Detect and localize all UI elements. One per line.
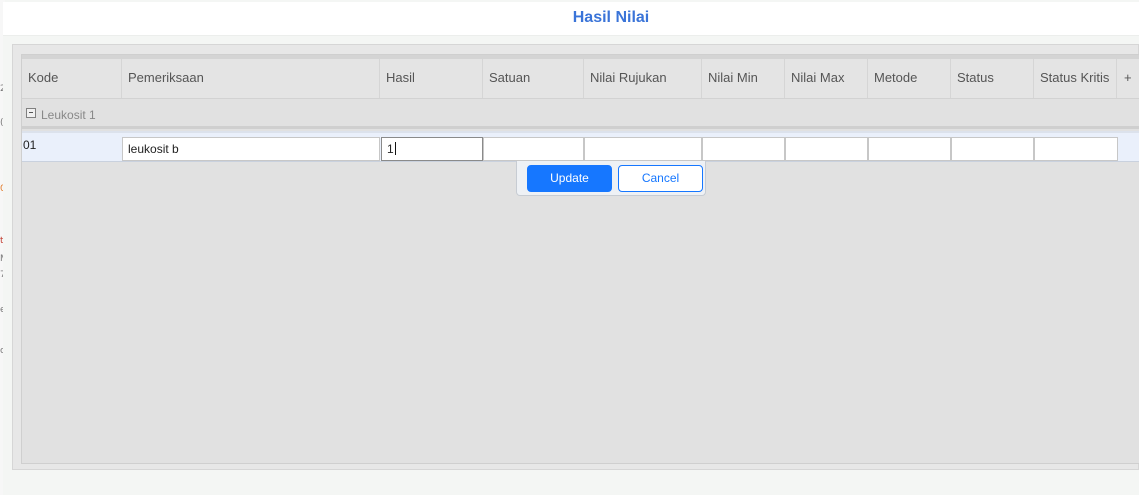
row-edit-actions: Update Cancel xyxy=(516,161,706,196)
column-header-status[interactable]: Status xyxy=(951,59,1034,98)
text-caret xyxy=(394,142,396,155)
status-kritis-input[interactable] xyxy=(1034,137,1118,161)
results-grid: Kode Pemeriksaan Hasil Satuan Nilai Ruju… xyxy=(21,54,1139,464)
status-input[interactable] xyxy=(951,137,1034,161)
editing-row[interactable]: 01 leukosit b 1 xyxy=(22,131,1139,162)
column-header-nilai-rujukan[interactable]: Nilai Rujukan xyxy=(584,59,702,98)
group-row-leukosit[interactable]: Leukosit 1 xyxy=(22,99,1139,129)
hasil-input[interactable]: 1 xyxy=(381,137,483,161)
satuan-input[interactable] xyxy=(483,137,584,161)
update-button[interactable]: Update xyxy=(527,165,612,192)
column-header-nilai-max[interactable]: Nilai Max xyxy=(785,59,868,98)
column-header-nilai-min[interactable]: Nilai Min xyxy=(702,59,785,98)
nilai-rujukan-input[interactable] xyxy=(584,137,702,161)
column-header-kode[interactable]: Kode xyxy=(22,59,122,98)
nilai-max-input[interactable] xyxy=(785,137,868,161)
dialog-title: Hasil Nilai xyxy=(572,9,650,26)
nilai-min-input[interactable] xyxy=(702,137,785,161)
grid-header-row: Kode Pemeriksaan Hasil Satuan Nilai Ruju… xyxy=(22,55,1139,99)
column-header-hasil[interactable]: Hasil xyxy=(380,59,483,98)
column-header-metode[interactable]: Metode xyxy=(868,59,951,98)
cancel-button[interactable]: Cancel xyxy=(618,165,703,192)
pemeriksaan-input[interactable]: leukosit b xyxy=(122,137,380,161)
hasil-value: 1 xyxy=(387,142,394,156)
metode-input[interactable] xyxy=(868,137,951,161)
hasil-nilai-dialog: Hasil Nilai Kode Pemeriksaan Hasil Satua… xyxy=(3,2,1139,495)
dialog-header: Hasil Nilai xyxy=(3,2,1139,36)
column-header-pemeriksaan[interactable]: Pemeriksaan xyxy=(122,59,380,98)
group-label: Leukosit 1 xyxy=(41,108,96,122)
add-column-button[interactable]: + xyxy=(1117,59,1139,98)
column-header-satuan[interactable]: Satuan xyxy=(483,59,584,98)
dialog-body: Kode Pemeriksaan Hasil Satuan Nilai Ruju… xyxy=(12,44,1139,470)
column-header-status-kritis[interactable]: Status Kritis xyxy=(1034,59,1117,98)
collapse-icon[interactable] xyxy=(26,108,36,118)
cell-kode: 01 xyxy=(23,138,37,152)
